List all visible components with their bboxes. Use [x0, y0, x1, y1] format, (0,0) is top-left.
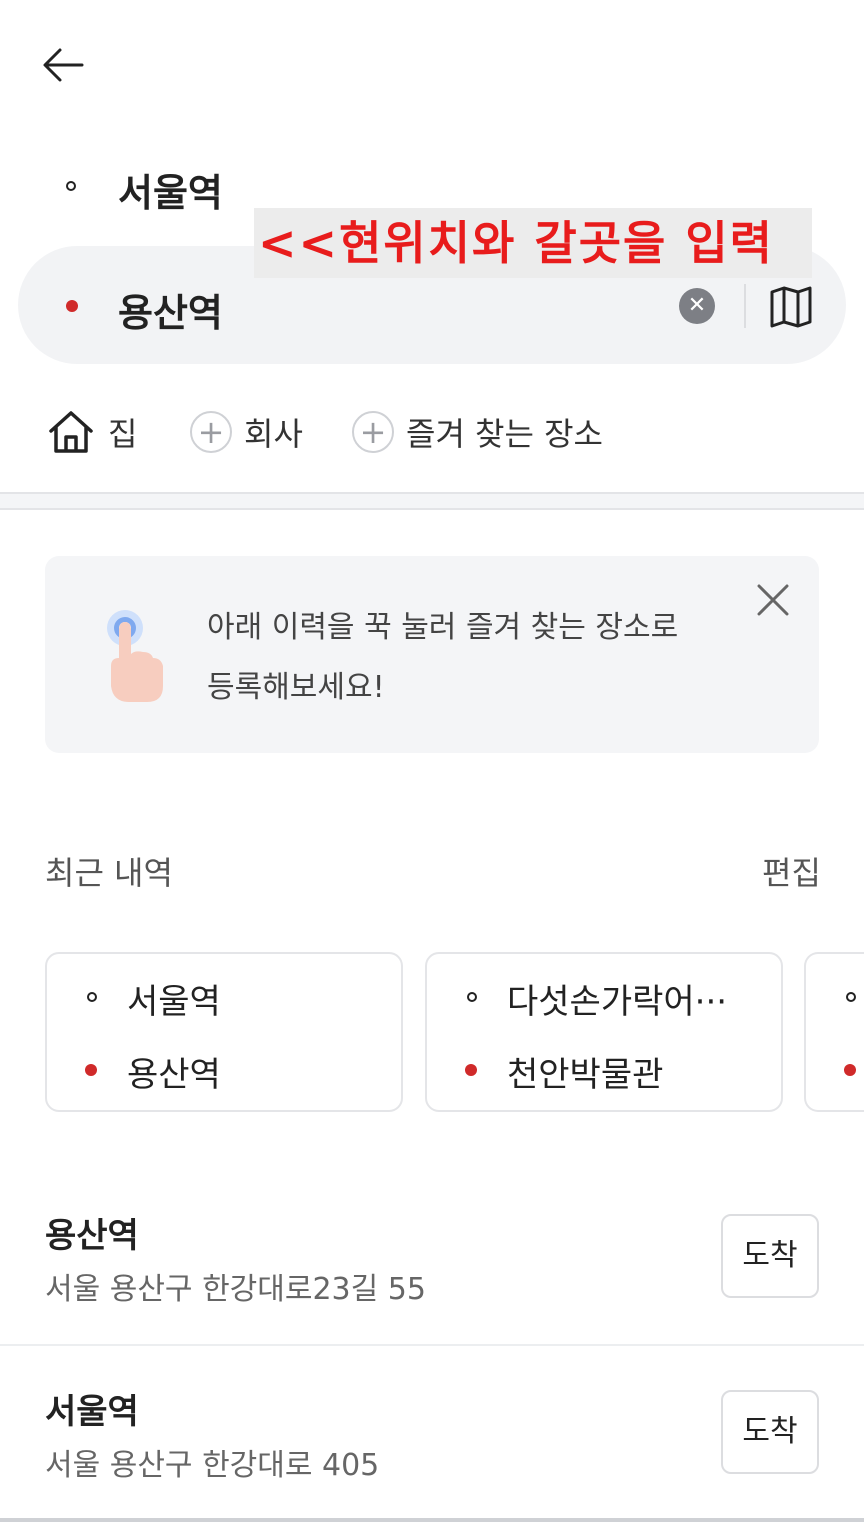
- arrive-button[interactable]: 도착: [721, 1214, 819, 1298]
- shortcut-label: 집: [108, 415, 138, 453]
- shortcut-favorites[interactable]: + 즐겨 찾는 장소: [352, 404, 603, 460]
- recent-destination: 용산역: [127, 1055, 221, 1095]
- shortcut-row: 집 + 회사 + 즐겨 찾는 장소: [0, 404, 864, 460]
- origin-dot-icon: [467, 992, 477, 1002]
- tip-line: 등록해보세요!: [207, 670, 385, 705]
- result-name: 서울역: [45, 1392, 139, 1432]
- result-address: 서울 용산구 한강대로 405: [45, 1448, 380, 1483]
- plus-circle-icon: +: [190, 411, 232, 453]
- origin-dot-icon: [87, 992, 97, 1002]
- tip-text: 아래 이력을 꾹 눌러 즐겨 찾는 장소로 등록해보세요!: [207, 598, 727, 718]
- destination-dot-icon: [85, 1064, 97, 1076]
- destination-dot-icon: [844, 1064, 856, 1076]
- recent-origin: 서울역: [127, 982, 221, 1022]
- edit-button[interactable]: 편집: [762, 848, 821, 894]
- arrow-left-icon: [43, 48, 84, 82]
- shortcut-work[interactable]: + 회사: [190, 404, 303, 460]
- clear-icon[interactable]: ✕: [679, 288, 715, 324]
- map-button[interactable]: [768, 284, 814, 330]
- back-button[interactable]: [38, 40, 88, 90]
- shortcut-home[interactable]: 집: [46, 404, 137, 460]
- destination-dot-icon: [66, 300, 78, 312]
- result-item[interactable]: 용산역 서울 용산구 한강대로23길 55 도착: [0, 1176, 864, 1346]
- close-icon[interactable]: [755, 582, 791, 618]
- origin-dot-icon: [66, 181, 76, 191]
- annotation-label: <<현위치와 갈곳을 입력: [254, 208, 812, 278]
- tap-hand-icon: [107, 610, 163, 702]
- shortcut-label: 회사: [244, 415, 303, 453]
- close-glyph: [757, 584, 789, 616]
- bottom-border: [0, 1518, 864, 1522]
- result-address: 서울 용산구 한강대로23길 55: [45, 1272, 426, 1307]
- plus-circle-icon: +: [352, 411, 394, 453]
- home-icon: [49, 411, 93, 453]
- separator: [744, 284, 746, 328]
- recent-title: 최근 내역: [45, 854, 173, 892]
- result-name: 용산역: [45, 1216, 139, 1256]
- tip-line: 아래 이력을 꾹 눌러 즐겨 찾는 장소로: [207, 610, 679, 645]
- recent-card[interactable]: 다섯손가락어··· 천안박물관: [425, 952, 783, 1112]
- recent-destination: 천안박물관: [507, 1055, 664, 1095]
- arrive-button[interactable]: 도착: [721, 1390, 819, 1474]
- destination-dot-icon: [465, 1064, 477, 1076]
- origin-input[interactable]: 서울역: [118, 162, 223, 217]
- destination-input[interactable]: 용산역: [118, 282, 223, 337]
- result-item[interactable]: 서울역 서울 용산구 한강대로 405 도착: [0, 1352, 864, 1522]
- recent-card[interactable]: [804, 952, 864, 1112]
- section-divider: [0, 492, 864, 510]
- recent-card[interactable]: 서울역 용산역: [45, 952, 403, 1112]
- result-divider: [0, 1344, 864, 1346]
- tip-card: 아래 이력을 꾹 눌러 즐겨 찾는 장소로 등록해보세요!: [45, 556, 819, 753]
- shortcut-label: 즐겨 찾는 장소: [406, 415, 603, 453]
- map-icon: [770, 286, 812, 328]
- origin-dot-icon: [846, 992, 856, 1002]
- recent-origin: 다섯손가락어···: [507, 982, 728, 1022]
